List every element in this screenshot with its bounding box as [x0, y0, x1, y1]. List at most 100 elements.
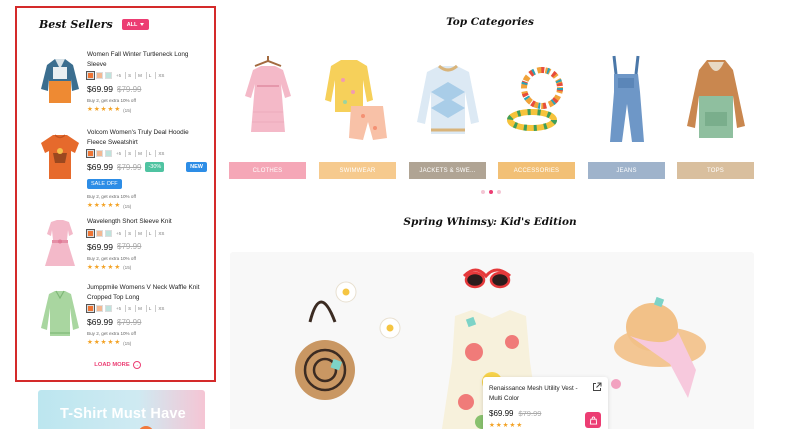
color-swatch[interactable] [105, 305, 112, 312]
category-image-swimwear[interactable] [323, 52, 393, 147]
price: $69.99 [87, 241, 113, 252]
category-label: SWIMWEAR [319, 162, 396, 179]
carousel-dot-active[interactable] [489, 190, 493, 194]
category-image-clothes[interactable] [233, 52, 303, 147]
size-option[interactable]: XS [155, 229, 166, 237]
star-icon: ★ [87, 263, 93, 271]
color-swatch[interactable] [105, 72, 112, 79]
category-image-accessories[interactable] [502, 52, 572, 147]
size-option[interactable]: S [125, 305, 133, 312]
price: $69.99 [87, 84, 113, 94]
carousel-dot[interactable] [497, 190, 501, 194]
size-option[interactable]: M [135, 305, 144, 312]
star-icon: ★ [489, 422, 495, 429]
size-options: S M L XS [125, 72, 166, 79]
quick-view-card[interactable]: Renaissance Mesh Utility Vest - Multi Co… [483, 377, 608, 429]
review-count: (15) [123, 265, 132, 270]
product-name[interactable]: Jumppmile Womens V Neck Waffle Knit Crop… [87, 283, 207, 302]
product-name[interactable]: Women Fall Winter Turtleneck Long Sleeve [87, 50, 207, 69]
color-swatch[interactable] [85, 303, 96, 314]
category-card-accessories[interactable]: ACCESSORIES [498, 52, 575, 180]
carousel-dot[interactable] [481, 190, 485, 194]
size-option[interactable]: M [135, 229, 144, 237]
star-icon: ★ [100, 339, 107, 346]
category-card-clothes[interactable]: CLOTHES [229, 52, 306, 180]
product-name[interactable]: Volcom Women's Truly Deal Hoodie Fleece … [87, 128, 207, 147]
category-image-jeans[interactable] [592, 52, 662, 147]
size-option[interactable]: S [125, 150, 133, 157]
color-swatches: +5 S M L XS [85, 148, 207, 159]
star-icon: ★ [93, 106, 100, 113]
category-card-swimwear[interactable]: SWIMWEAR [319, 52, 396, 180]
old-price: $79.99 [518, 409, 542, 418]
quick-view-product-name[interactable]: Renaissance Mesh Utility Vest - Multi Co… [489, 384, 589, 403]
size-option[interactable]: L [145, 305, 154, 312]
external-link-icon[interactable] [592, 382, 602, 392]
category-label: CLOTHES [229, 162, 306, 179]
color-swatch[interactable] [96, 229, 103, 237]
product-image-dress[interactable] [37, 216, 83, 274]
size-option[interactable]: XS [155, 72, 166, 79]
product-card[interactable]: Jumppmile Womens V Neck Waffle Knit Crop… [17, 278, 218, 358]
add-to-cart-button[interactable] [585, 412, 601, 428]
old-price: $79.99 [117, 242, 142, 251]
size-option[interactable]: S [125, 229, 133, 237]
size-option[interactable]: L [145, 229, 154, 237]
star-icon: ★ [93, 339, 100, 346]
promo-text: Buy 2, get extra 10% off [87, 98, 136, 103]
product-card[interactable]: Volcom Women's Truly Deal Hoodie Fleece … [17, 122, 218, 209]
category-card-jeans[interactable]: JEANS [588, 52, 665, 180]
star-icon: ★ [114, 106, 121, 113]
product-name[interactable]: Wavelength Short Sleeve Knit [87, 217, 207, 227]
product-image-hoodie[interactable] [37, 51, 83, 109]
category-image-tops[interactable] [681, 52, 751, 147]
review-count: (15) [123, 203, 132, 209]
color-swatch[interactable] [85, 228, 96, 238]
price: $69.99 [87, 162, 113, 172]
more-colors[interactable]: +5 [116, 151, 121, 156]
color-swatch[interactable] [85, 148, 96, 159]
shopping-bag-icon [589, 415, 597, 425]
category-card-jackets[interactable]: JACKETS & SWE... [409, 52, 486, 180]
star-icon: ★ [87, 106, 93, 113]
size-option[interactable]: S [125, 72, 133, 79]
color-swatch[interactable] [105, 150, 112, 157]
color-swatches: +5 S M L XS [85, 228, 207, 238]
load-more-label: LOAD MORE [94, 362, 130, 368]
color-swatch[interactable] [96, 150, 103, 157]
best-sellers-header: Best Sellers ALL [39, 18, 150, 31]
promo-text: Buy 2, get extra 10% off [87, 194, 136, 199]
size-option[interactable]: M [135, 72, 144, 79]
review-count: (15) [123, 107, 132, 113]
tshirt-promo-banner[interactable]: T-Shirt Must Have [38, 390, 205, 429]
load-more-button[interactable]: LOAD MORE → [17, 361, 218, 369]
category-filter-dropdown[interactable]: ALL [121, 19, 150, 30]
product-image-sweater[interactable] [37, 286, 83, 344]
color-swatch[interactable] [96, 305, 103, 312]
size-option[interactable]: L [145, 72, 154, 79]
product-card[interactable]: Wavelength Short Sleeve Knit +5 S M L XS… [17, 209, 218, 289]
color-swatch[interactable] [85, 70, 96, 81]
size-option[interactable]: XS [155, 305, 166, 312]
old-price: $79.99 [117, 317, 142, 327]
size-option[interactable]: L [145, 150, 154, 157]
size-option[interactable]: XS [155, 150, 166, 157]
review-count: (15) [123, 340, 132, 346]
product-card[interactable]: Women Fall Winter Turtleneck Long Sleeve… [17, 42, 218, 122]
color-swatch[interactable] [96, 72, 103, 79]
size-option[interactable]: M [135, 150, 144, 157]
star-icon: ★ [100, 106, 107, 113]
more-colors[interactable]: +5 [116, 306, 121, 311]
star-icon: ★ [516, 422, 523, 429]
product-image-tshirt[interactable] [37, 129, 83, 187]
star-icon: ★ [107, 339, 114, 346]
more-colors[interactable]: +5 [116, 231, 121, 236]
discount-badge: -30% [145, 162, 165, 172]
product-info: Jumppmile Womens V Neck Waffle Knit Crop… [85, 283, 207, 346]
more-colors[interactable]: +5 [116, 73, 121, 78]
color-swatch[interactable] [105, 229, 112, 237]
category-card-tops[interactable]: TOPS [677, 52, 754, 180]
category-image-jackets[interactable] [413, 52, 483, 147]
promo-text: Buy 2, get extra 10% off [87, 331, 136, 336]
best-sellers-panel: Best Sellers ALL Women Fall Winter Turtl… [15, 6, 216, 382]
